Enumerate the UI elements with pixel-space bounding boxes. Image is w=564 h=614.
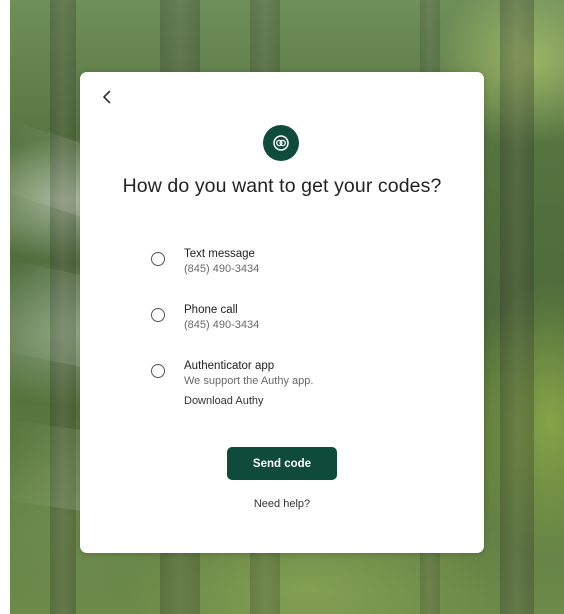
radio-authenticator-app[interactable] bbox=[151, 364, 165, 378]
verification-method-card: How do you want to get your codes? Text … bbox=[80, 72, 484, 553]
option-description: We support the Authy app. bbox=[184, 375, 314, 387]
download-authy-link[interactable]: Download Authy bbox=[184, 394, 313, 409]
radio-text-message[interactable] bbox=[151, 252, 165, 266]
chevron-left-icon bbox=[102, 90, 112, 109]
page-title: How do you want to get your codes? bbox=[122, 175, 442, 197]
back-button[interactable] bbox=[96, 88, 118, 110]
option-label: Authenticator app bbox=[184, 360, 275, 372]
radio-phone-call[interactable] bbox=[151, 308, 165, 322]
need-help-link[interactable]: Need help? bbox=[80, 498, 484, 510]
send-code-button[interactable]: Send code bbox=[227, 447, 337, 480]
option-label: Text message bbox=[184, 248, 255, 260]
brand-logo-icon bbox=[263, 125, 299, 161]
option-phone-number: (845) 490-3434 bbox=[184, 319, 260, 331]
option-label: Phone call bbox=[184, 304, 238, 316]
option-phone-number: (845) 490-3434 bbox=[184, 263, 260, 275]
